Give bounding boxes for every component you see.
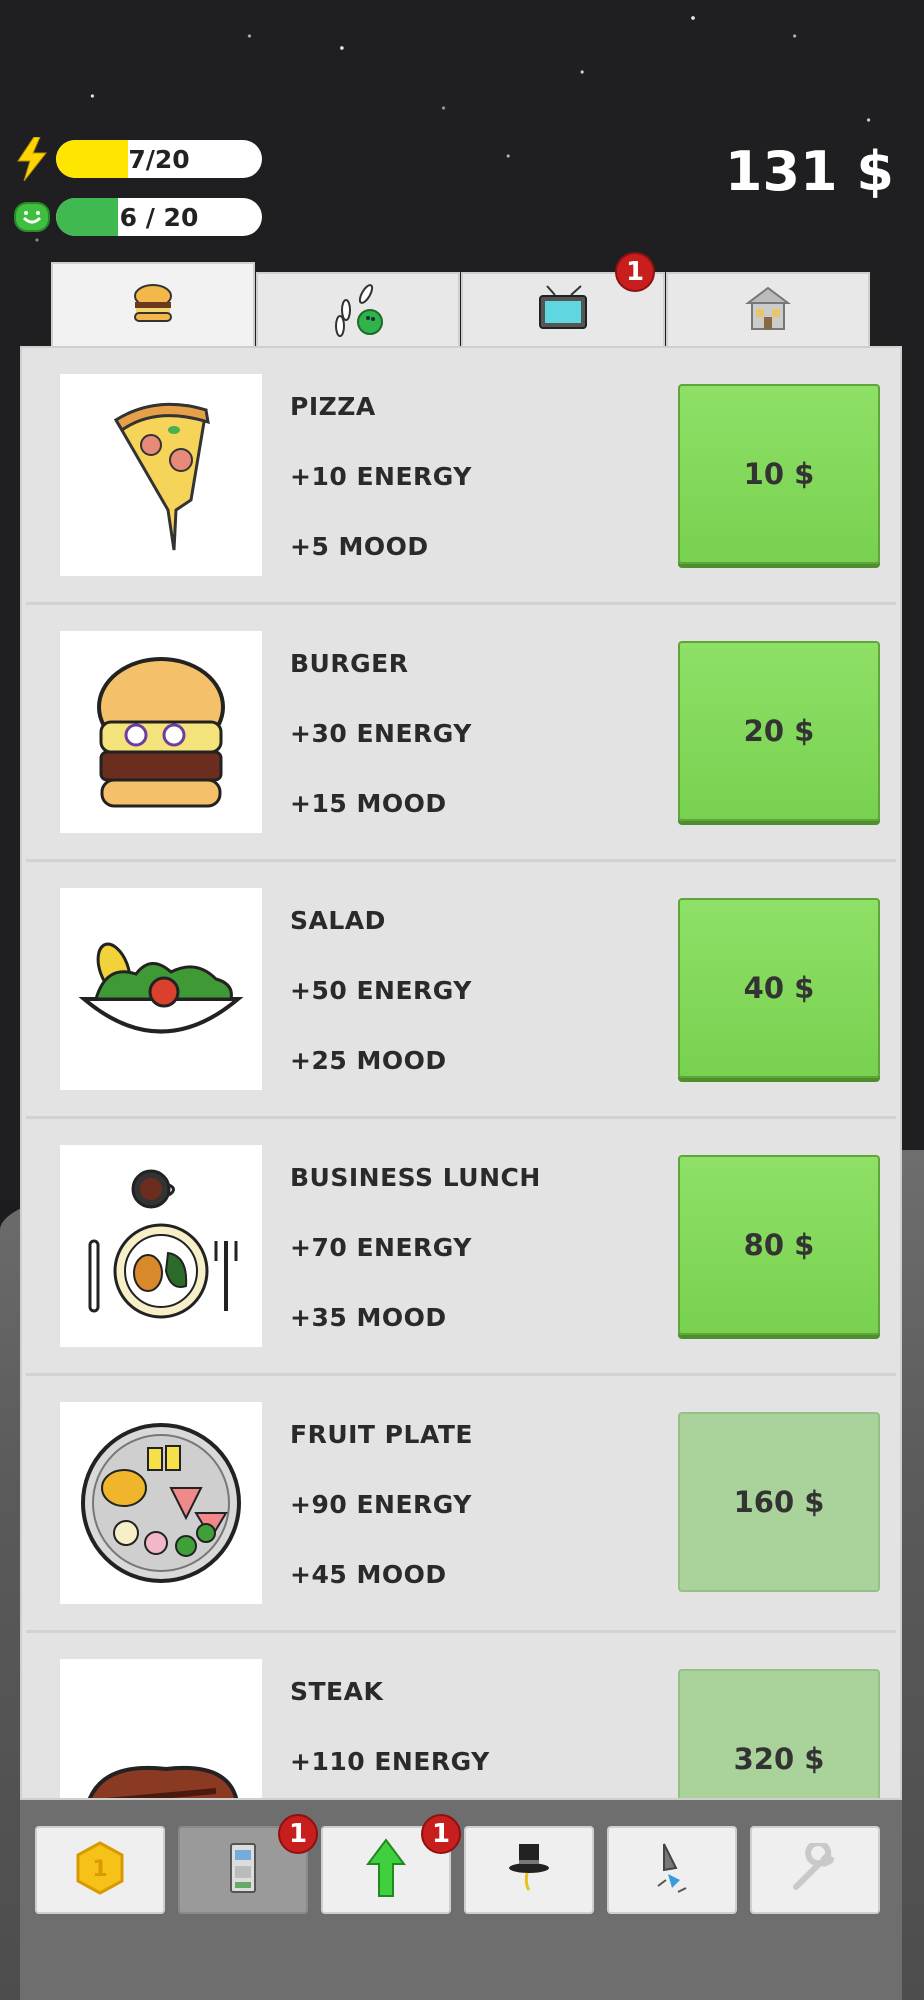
- top-hat-icon: [507, 1840, 551, 1900]
- item-name: PIZZA: [290, 392, 376, 421]
- buy-business-lunch-button[interactable]: 80 $: [678, 1155, 880, 1335]
- wrench-icon: [790, 1840, 840, 1897]
- business-lunch-icon: [60, 1145, 262, 1347]
- shop-item-salad: SALAD +50 ENERGY +25 MOOD 40 $: [26, 862, 896, 1119]
- item-name: SALAD: [290, 906, 386, 935]
- item-energy: +10 ENERGY: [290, 462, 472, 491]
- shop-item-steak: STEAK +110 ENERGY 320 $: [26, 1633, 896, 1798]
- lightning-icon: [14, 137, 50, 181]
- atm-notification-badge: 1: [278, 1814, 318, 1854]
- rocket-icon: [650, 1840, 694, 1900]
- item-name: BUSINESS LUNCH: [290, 1163, 541, 1192]
- steak-icon: [60, 1659, 262, 1798]
- shop-item-business-lunch: BUSINESS LUNCH +70 ENERGY +35 MOOD 80 $: [26, 1119, 896, 1376]
- buy-salad-button[interactable]: 40 $: [678, 898, 880, 1078]
- bowling-icon: [326, 280, 390, 342]
- shop-item-pizza: PIZZA +10 ENERGY +5 MOOD 10 $: [26, 348, 896, 605]
- item-mood: +45 MOOD: [290, 1560, 447, 1589]
- smiley-icon: [14, 199, 50, 235]
- tv-icon: [537, 285, 589, 337]
- item-mood: +25 MOOD: [290, 1046, 447, 1075]
- tab-fun[interactable]: [256, 272, 460, 348]
- buy-steak-button[interactable]: 320 $: [678, 1669, 880, 1798]
- item-name: BURGER: [290, 649, 409, 678]
- tv-notification-badge: 1: [615, 252, 655, 292]
- pizza-icon: [60, 374, 262, 576]
- mood-bar: 6 / 20: [56, 198, 262, 236]
- upgrade-arrow-icon: [366, 1838, 406, 1902]
- buy-pizza-button[interactable]: 10 $: [678, 384, 880, 564]
- shop-item-burger: BURGER +30 ENERGY +15 MOOD 20 $: [26, 605, 896, 862]
- coin-icon: 1: [72, 1840, 128, 1900]
- tab-food[interactable]: [51, 262, 255, 348]
- buy-burger-button[interactable]: 20 $: [678, 641, 880, 821]
- item-energy: +30 ENERGY: [290, 719, 472, 748]
- hat-button[interactable]: [464, 1826, 594, 1914]
- shop-tabs: 1: [51, 252, 873, 348]
- item-name: FRUIT PLATE: [290, 1420, 473, 1449]
- mood-row: 6 / 20: [14, 198, 262, 236]
- salad-icon: [60, 888, 262, 1090]
- tab-tv[interactable]: 1: [461, 252, 665, 348]
- item-mood: +35 MOOD: [290, 1303, 447, 1332]
- mood-value: 6 / 20: [119, 202, 199, 232]
- shop-item-fruit-plate: FRUIT PLATE +90 ENERGY +45 MOOD 160 $: [26, 1376, 896, 1633]
- item-name: STEAK: [290, 1677, 384, 1706]
- rocket-button[interactable]: [607, 1826, 737, 1914]
- money-counter: 131 $: [724, 140, 894, 203]
- item-energy: +70 ENERGY: [290, 1233, 472, 1262]
- item-mood: +5 MOOD: [290, 532, 429, 561]
- upgrade-button[interactable]: 1: [321, 1814, 461, 1914]
- energy-bar: 7 / 20: [56, 140, 262, 178]
- atm-button[interactable]: 1: [178, 1814, 318, 1914]
- item-energy: +90 ENERGY: [290, 1490, 472, 1519]
- item-energy: +110 ENERGY: [290, 1747, 490, 1776]
- coin-button[interactable]: 1: [35, 1826, 165, 1914]
- energy-value: 7 / 20: [128, 144, 190, 174]
- settings-button[interactable]: [750, 1826, 880, 1914]
- burger-icon: [132, 284, 174, 328]
- svg-text:1: 1: [92, 1857, 107, 1882]
- item-energy: +50 ENERGY: [290, 976, 472, 1005]
- shop-item-list[interactable]: PIZZA +10 ENERGY +5 MOOD 10 $ BURGER +30…: [20, 346, 902, 1800]
- item-mood: +15 MOOD: [290, 789, 447, 818]
- atm-icon: [225, 1840, 261, 1900]
- fruit-plate-icon: [60, 1402, 262, 1604]
- energy-row: 7 / 20: [14, 137, 262, 181]
- bottom-toolbar: 1 1 1: [20, 1800, 902, 2000]
- buy-fruit-plate-button[interactable]: 160 $: [678, 1412, 880, 1592]
- tab-home[interactable]: [666, 272, 870, 348]
- house-icon: [744, 285, 792, 337]
- upgrade-notification-badge: 1: [421, 1814, 461, 1854]
- burger-icon: [60, 631, 262, 833]
